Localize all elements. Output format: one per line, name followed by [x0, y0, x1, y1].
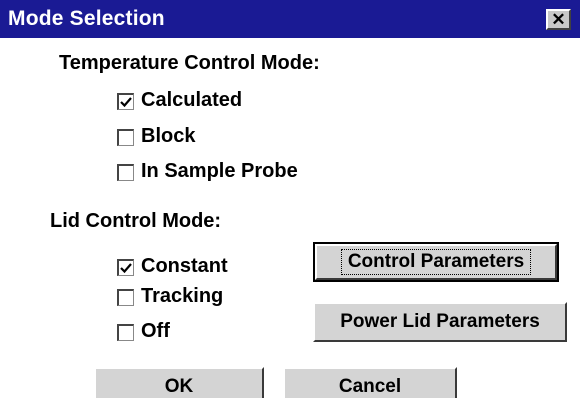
mode-selection-dialog: Mode Selection ✕ Temperature Control Mod… — [0, 0, 580, 398]
ok-label: OK — [164, 376, 194, 397]
title-bar[interactable]: Mode Selection ✕ — [0, 0, 580, 38]
in-sample-probe-checkbox[interactable] — [117, 164, 134, 181]
tracking-label[interactable]: Tracking — [141, 285, 223, 308]
lid-control-heading: Lid Control Mode: — [50, 210, 222, 232]
cancel-button[interactable]: Cancel — [283, 367, 457, 398]
in-sample-probe-label[interactable]: In Sample Probe — [141, 160, 298, 183]
block-label[interactable]: Block — [141, 125, 195, 148]
checkmark-icon — [120, 97, 132, 108]
control-parameters-label: Control Parameters — [340, 249, 532, 275]
block-checkbox[interactable] — [117, 129, 134, 146]
tracking-checkbox[interactable] — [117, 289, 134, 306]
control-parameters-button[interactable]: Control Parameters — [313, 242, 559, 282]
cancel-label: Cancel — [338, 376, 402, 397]
calculated-checkbox[interactable] — [117, 93, 134, 110]
dialog-title: Mode Selection — [8, 7, 165, 30]
close-icon: ✕ — [551, 10, 566, 29]
constant-label[interactable]: Constant — [141, 255, 228, 278]
temperature-control-heading: Temperature Control Mode: — [59, 52, 320, 74]
ok-button[interactable]: OK — [94, 367, 264, 398]
checkmark-icon — [120, 263, 132, 274]
calculated-label[interactable]: Calculated — [141, 89, 242, 112]
off-checkbox[interactable] — [117, 324, 134, 341]
power-lid-parameters-button[interactable]: Power Lid Parameters — [313, 302, 567, 342]
constant-checkbox[interactable] — [117, 259, 134, 276]
close-button[interactable]: ✕ — [546, 9, 571, 30]
power-lid-parameters-label: Power Lid Parameters — [340, 311, 540, 332]
off-label[interactable]: Off — [141, 320, 170, 343]
